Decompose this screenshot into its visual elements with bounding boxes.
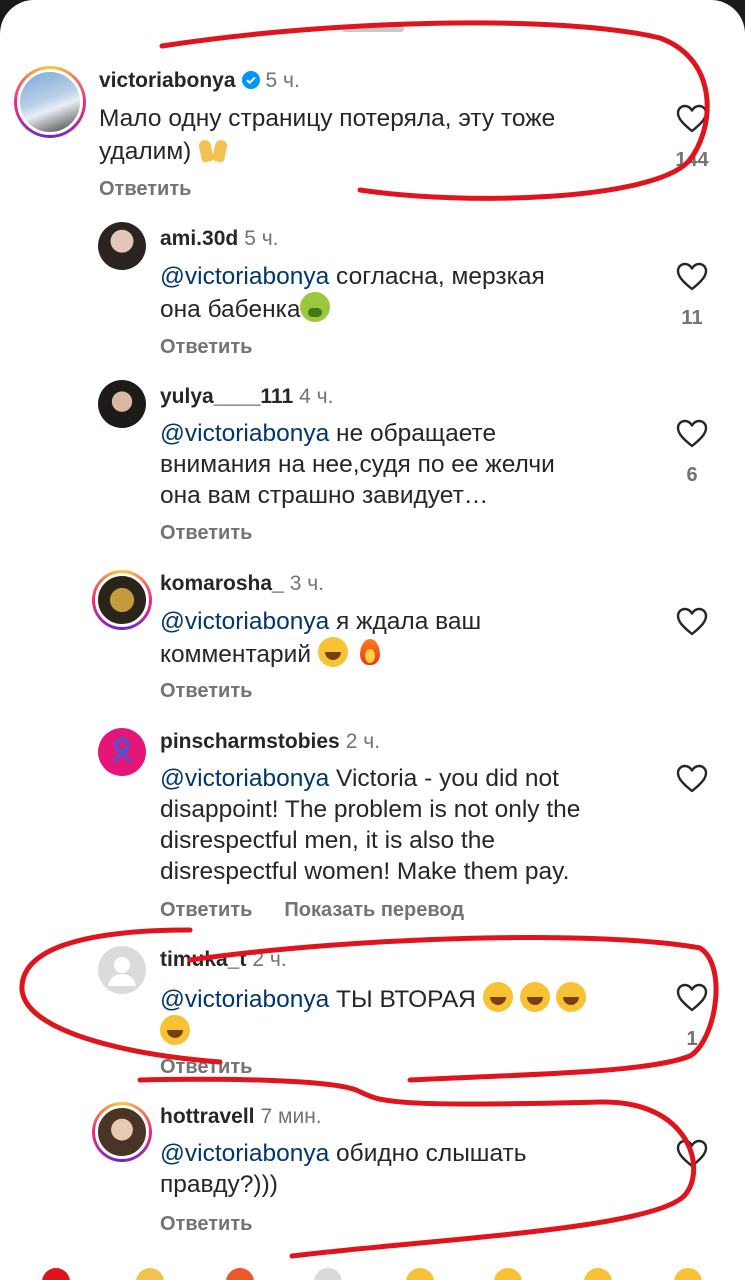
- reply-button[interactable]: Ответить: [160, 336, 252, 358]
- comment-time: 2 ч.: [252, 948, 287, 971]
- username[interactable]: pinscharmstobies: [160, 730, 340, 753]
- comment-text: @victoriabonya не обращаете внимания на …: [160, 420, 555, 509]
- comment-meta: timuka_t 2 ч.: [160, 947, 287, 973]
- reply-button[interactable]: Ответить: [160, 1056, 252, 1078]
- comment-meta: ami.30d 5 ч.: [160, 226, 279, 252]
- quick-emoji: [42, 1268, 70, 1280]
- avatar[interactable]: [92, 1102, 152, 1162]
- comments-sheet: victoriabonya 5 ч. Мало одну страницу пот…: [0, 0, 745, 1280]
- tears-of-joy-emoji: [317, 637, 348, 667]
- like-control: 1: [675, 983, 709, 1051]
- avatar[interactable]: [98, 728, 146, 776]
- tears-of-joy-emoji: [482, 982, 513, 1012]
- reply-button[interactable]: Ответить: [160, 522, 252, 544]
- username[interactable]: yulya____111: [160, 385, 293, 408]
- quick-emoji: [674, 1268, 702, 1280]
- like-count: 11: [681, 307, 703, 329]
- quick-emoji: [406, 1268, 434, 1280]
- comment-meta: victoriabonya 5 ч.: [99, 68, 300, 94]
- comment-actions: Ответить: [160, 334, 252, 360]
- avatar[interactable]: [92, 570, 152, 630]
- like-count: 144: [675, 149, 709, 171]
- comment-text: @victoriabonya я ждала ваш комментарий: [160, 608, 482, 668]
- default-avatar-icon: [108, 957, 136, 986]
- comment-text: @victoriabonya ТЫ ВТОРАЯ: [160, 982, 587, 1048]
- reply-button[interactable]: Ответить: [160, 899, 252, 921]
- tears-of-joy-emoji: [160, 1015, 190, 1045]
- avatar[interactable]: [14, 66, 86, 138]
- heart-outline-icon[interactable]: [676, 983, 708, 1013]
- comment-actions: Ответить: [160, 1054, 252, 1080]
- quick-emoji: [226, 1268, 254, 1280]
- avatar[interactable]: [98, 380, 146, 428]
- tears-of-joy-emoji: [519, 982, 550, 1012]
- comment-actions: Ответить: [160, 520, 252, 546]
- mention-link[interactable]: @victoriabonya: [160, 1140, 329, 1167]
- comment-actions: Ответить: [160, 1211, 252, 1237]
- quick-emoji: [494, 1268, 522, 1280]
- comment-time: 2 ч.: [345, 730, 381, 753]
- like-control: 6: [675, 419, 709, 487]
- comment-text: @victoriabonya согласна, мерзкая она баб…: [160, 263, 545, 323]
- username[interactable]: victoriabonya: [99, 69, 236, 92]
- quick-emoji: [136, 1268, 164, 1280]
- comment-time: 5 ч.: [265, 69, 300, 92]
- avatar[interactable]: [98, 946, 146, 994]
- comment-time: 5 ч.: [244, 227, 279, 250]
- comment-time: 7 мин.: [260, 1105, 322, 1128]
- raising-hands-emoji: [198, 134, 228, 164]
- verified-badge-icon: [241, 71, 260, 89]
- avatar[interactable]: [98, 222, 146, 270]
- tears-of-joy-emoji: [556, 982, 587, 1012]
- comment-text: @victoriabonya обидно слышать правду?))): [160, 1140, 527, 1198]
- like-control: 11: [675, 262, 709, 330]
- like-control: [675, 764, 709, 799]
- comment-time: 3 ч.: [289, 572, 325, 595]
- heart-outline-icon[interactable]: [676, 607, 708, 637]
- comment-meta: pinscharmstobies 2 ч.: [160, 729, 380, 755]
- reply-button[interactable]: Ответить: [160, 1213, 252, 1235]
- username[interactable]: hottravell: [160, 1105, 255, 1128]
- quick-reaction-bar: [0, 1262, 745, 1280]
- fire-emoji: [355, 637, 385, 667]
- mention-link[interactable]: @victoriabonya: [160, 986, 329, 1013]
- like-count: 1: [686, 1028, 698, 1050]
- heart-outline-icon[interactable]: [676, 104, 708, 134]
- comment-actions: Ответить Показать перевод: [160, 897, 464, 923]
- comment-text: @victoriabonya Victoria - you did not di…: [160, 765, 581, 885]
- show-translation-button[interactable]: Показать перевод: [284, 899, 464, 921]
- nauseated-face-emoji: [300, 292, 331, 322]
- mention-link[interactable]: @victoriabonya: [160, 765, 329, 792]
- sheet-grabber[interactable]: [342, 26, 404, 32]
- heart-outline-icon[interactable]: [676, 764, 708, 794]
- like-control: [675, 607, 709, 642]
- comment-meta: yulya____111 4 ч.: [160, 384, 333, 410]
- comment-actions: Ответить: [160, 678, 252, 704]
- like-control: 144: [675, 104, 709, 172]
- quick-emoji: [314, 1268, 342, 1280]
- quick-emoji: [584, 1268, 612, 1280]
- comment-text: Мало одну страницу потеряла, эту тоже уд…: [99, 105, 556, 165]
- username[interactable]: ami.30d: [160, 227, 238, 250]
- mention-link[interactable]: @victoriabonya: [160, 420, 329, 447]
- like-count: 6: [686, 464, 698, 486]
- mention-link[interactable]: @victoriabonya: [160, 608, 329, 635]
- username[interactable]: komarosha_: [160, 572, 284, 595]
- heart-outline-icon[interactable]: [676, 1139, 708, 1169]
- heart-outline-icon[interactable]: [676, 262, 708, 292]
- reply-button[interactable]: Ответить: [99, 178, 191, 200]
- comment-actions: Ответить: [99, 176, 191, 202]
- comment-meta: hottravell 7 мин.: [160, 1104, 322, 1130]
- comment-meta: komarosha_ 3 ч.: [160, 571, 324, 597]
- comment-time: 4 ч.: [299, 385, 334, 408]
- heart-outline-icon[interactable]: [676, 419, 708, 449]
- mention-link[interactable]: @victoriabonya: [160, 263, 329, 290]
- username[interactable]: timuka_t: [160, 948, 246, 971]
- like-control: [675, 1139, 709, 1174]
- reply-button[interactable]: Ответить: [160, 680, 252, 702]
